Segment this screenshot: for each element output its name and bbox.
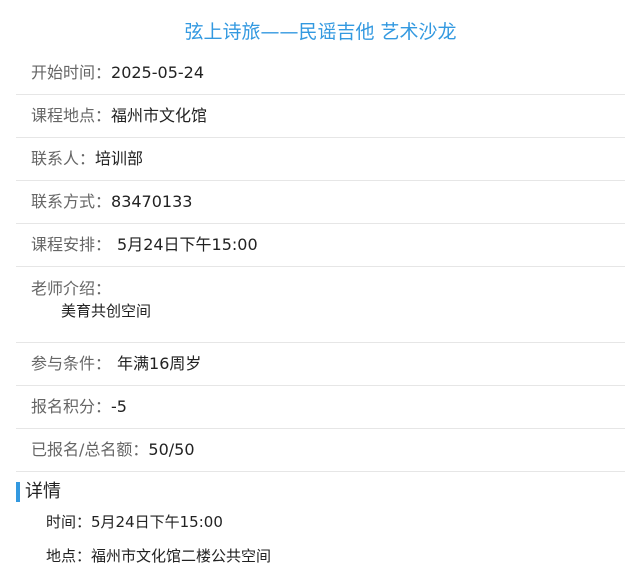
info-row-contact-phone: 联系方式：83470133 (16, 181, 625, 224)
points-label: 报名积分： (31, 397, 112, 416)
contact-person-label: 联系人： (31, 149, 96, 168)
details-content: 时间：5月24日下午15:00 地点：福州市文化馆二楼公共空间 (0, 511, 641, 567)
requirement-label: 参与条件： (31, 354, 112, 373)
contact-phone-value: 83470133 (111, 192, 193, 211)
page-title: 弦上诗旅——民谣吉他 艺术沙龙 (184, 21, 457, 43)
location-value: 福州市文化馆 (111, 106, 208, 125)
info-row-contact-person: 联系人：培训部 (16, 138, 625, 181)
course-info-list: 开始时间：2025-05-24 课程地点：福州市文化馆 联系人：培训部 联系方式… (16, 52, 625, 472)
info-row-teacher: 老师介绍： 美育共创空间 (16, 267, 625, 343)
info-row-points: 报名积分：-5 (16, 386, 625, 429)
info-row-location: 课程地点：福州市文化馆 (16, 95, 625, 138)
info-row-requirement: 参与条件： 年满16周岁 (16, 343, 625, 386)
teacher-label: 老师介绍： (31, 279, 112, 298)
teacher-value: 美育共创空间 (61, 302, 152, 320)
contact-phone-label: 联系方式： (31, 192, 112, 211)
requirement-value: 年满16周岁 (117, 354, 202, 373)
contact-person-value: 培训部 (95, 149, 144, 168)
enrollment-value: 50/50 (148, 440, 195, 459)
start-date-label: 开始时间： (31, 63, 112, 82)
schedule-value: 5月24日下午15:00 (117, 235, 258, 254)
location-label: 课程地点： (31, 106, 112, 125)
details-heading: 详情 (25, 481, 61, 502)
info-row-enrollment: 已报名/总名额：50/50 (16, 429, 625, 472)
points-value: -5 (111, 397, 127, 416)
enrollment-label: 已报名/总名额： (31, 440, 149, 459)
details-section-header: 详情 (16, 482, 641, 502)
info-row-schedule: 课程安排： 5月24日下午15:00 (16, 224, 625, 267)
section-accent-bar (16, 482, 20, 502)
detail-time: 时间：5月24日下午15:00 (46, 513, 223, 531)
schedule-label: 课程安排： (31, 235, 112, 254)
detail-location: 地点：福州市文化馆二楼公共空间 (46, 547, 272, 565)
info-row-start-date: 开始时间：2025-05-24 (16, 52, 625, 95)
start-date-value: 2025-05-24 (111, 63, 204, 82)
